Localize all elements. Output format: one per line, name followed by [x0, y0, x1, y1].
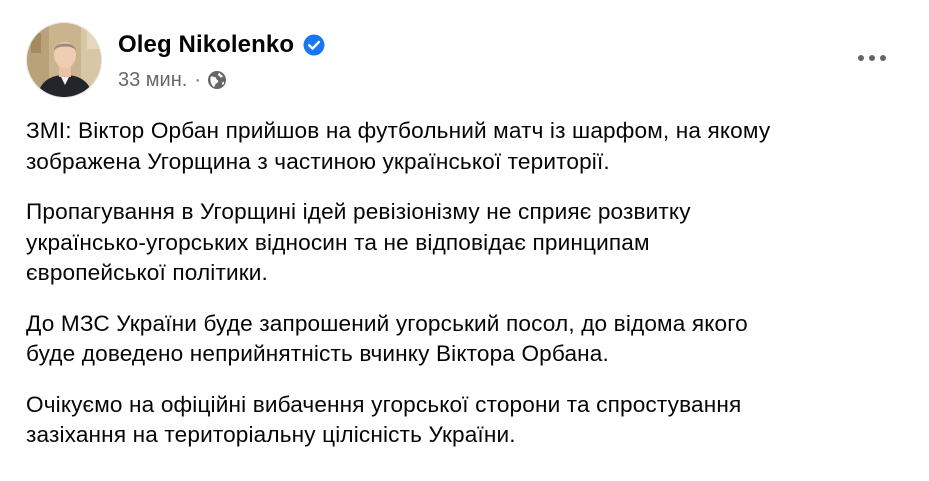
- post-line: буде доведено неприйнятність вчинку Вікт…: [26, 341, 609, 366]
- post-line: українсько-угорських відносин та не відп…: [26, 229, 650, 255]
- more-dot: [880, 55, 886, 61]
- author-name[interactable]: Oleg Nikolenko: [118, 31, 294, 59]
- post-text: ЗМІ: Віктор Орбан прийшов на футбольний …: [26, 116, 906, 471]
- meta-separator: ·: [194, 68, 201, 91]
- post-line: Пропагування в Угорщині ідей ревізіонізм…: [26, 199, 691, 224]
- post-timestamp[interactable]: 33 мин.: [118, 69, 187, 92]
- post-paragraph: Пропагування в Угорщині ідей ревізіонізм…: [26, 197, 906, 289]
- avatar[interactable]: [26, 22, 102, 98]
- post-line: зображена Угорщина з частиною українсько…: [26, 148, 610, 174]
- verified-badge-icon: [303, 34, 325, 56]
- name-row: Oleg Nikolenko: [118, 31, 325, 59]
- globe-icon[interactable]: [207, 70, 227, 90]
- post-line: До МЗС України буде запрошений угорський…: [26, 310, 748, 336]
- facebook-post: Oleg Nikolenko 33 мин. · ЗМІ: Віктор Орб…: [0, 0, 929, 481]
- author-meta: Oleg Nikolenko 33 мин. ·: [118, 29, 325, 92]
- post-header: Oleg Nikolenko 33 мин. ·: [26, 20, 325, 100]
- more-dot: [858, 55, 864, 61]
- more-options-icon[interactable]: [855, 46, 889, 70]
- post-paragraph: До МЗС України буде запрошений угорський…: [26, 309, 906, 370]
- post-line: ЗМІ: Віктор Орбан прийшов на футбольний …: [26, 118, 771, 143]
- post-line: зазіхання на територіальну цілісність Ук…: [26, 422, 516, 447]
- post-paragraph: Очікуємо на офіційні вибачення угорської…: [26, 390, 906, 451]
- avatar-photo: [27, 23, 101, 97]
- post-paragraph: ЗМІ: Віктор Орбан прийшов на футбольний …: [26, 116, 906, 177]
- more-dot: [869, 55, 875, 61]
- post-line: європейської політики.: [26, 260, 268, 285]
- post-meta-row: 33 мин. ·: [118, 69, 325, 92]
- post-line: Очікуємо на офіційні вибачення угорської…: [26, 391, 742, 417]
